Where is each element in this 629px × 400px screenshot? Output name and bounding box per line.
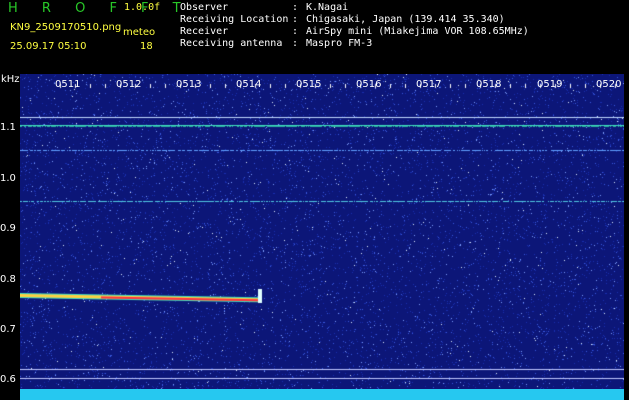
info-row: Observer: K.Nagai — [180, 2, 349, 13]
time-tick-label: 0512 — [116, 79, 142, 90]
y-tick-label: 1.0 — [0, 173, 16, 184]
time-tick-label: 0515 — [296, 79, 322, 90]
spectrogram-canvas — [20, 74, 624, 400]
meteor-count: 18 — [140, 41, 153, 52]
info-row: Receiving antenna: Maspro FM-3 — [180, 38, 373, 49]
station-info: Observer: K.Nagai Receiving Location: Chig… — [180, 2, 529, 50]
y-axis-unit: kHz — [1, 74, 20, 85]
version-label: 1.0.0f — [124, 2, 161, 13]
bottom-band — [20, 389, 624, 400]
time-tick-label: 0517 — [416, 79, 442, 90]
y-tick-label: 0.6 — [0, 374, 16, 385]
header-panel: H R O F F T 1.0.0f KN9_2509170510.png me… — [0, 0, 629, 72]
y-tick-label: 0.7 — [0, 324, 16, 335]
time-tick-label: 0514 — [236, 79, 262, 90]
datetime-label: 25.09.17 05:10 — [10, 41, 87, 52]
info-row: Receiver: AirSpy mini (Miakejima VOR 108.… — [180, 26, 529, 37]
time-tick-label: 0513 — [176, 79, 202, 90]
time-tick-label: 0516 — [356, 79, 382, 90]
time-tick-label: 0520 — [596, 79, 622, 90]
y-tick-label: 0.8 — [0, 274, 16, 285]
y-tick-label: 0.9 — [0, 223, 16, 234]
spectrogram — [20, 74, 624, 400]
time-tick-label: 0511 — [55, 79, 81, 90]
y-tick-label: 1.1 — [0, 122, 16, 133]
info-row: Receiving Location: Chigasaki, Japan (139… — [180, 14, 505, 25]
time-tick-label: 0519 — [537, 79, 563, 90]
time-tick-label: 0518 — [476, 79, 502, 90]
app-title: H R O F F T — [8, 1, 191, 16]
filename-label: KN9_2509170510.png — [10, 22, 122, 33]
meteor-label: meteo — [123, 27, 156, 38]
